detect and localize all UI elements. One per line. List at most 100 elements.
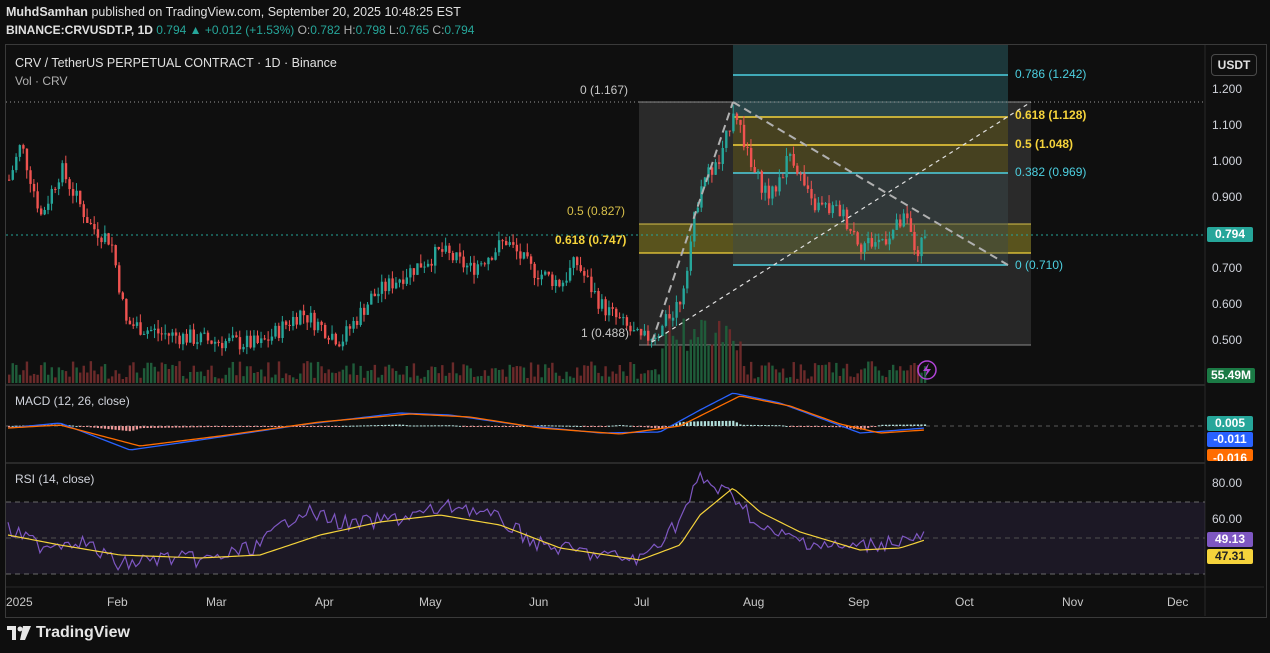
- macd-hist-bar: [632, 426, 635, 427]
- candle-body: [505, 241, 508, 246]
- volume-bar: [881, 375, 884, 383]
- candle-body: [515, 244, 519, 252]
- volume-bar: [565, 371, 568, 383]
- candle-body: [519, 251, 522, 259]
- candle-body: [490, 257, 494, 260]
- macd-hist-bar: [270, 426, 273, 427]
- macd-hist-bar: [891, 424, 895, 426]
- candle-body: [192, 329, 195, 344]
- fib-retracement-box-lower[interactable]: [639, 253, 1031, 345]
- volume-bar: [508, 364, 511, 383]
- lightning-icon[interactable]: [917, 360, 937, 380]
- candle-body: [394, 282, 398, 289]
- volume-bar: [728, 329, 732, 383]
- volume-bar: [622, 371, 625, 383]
- volume-legend[interactable]: Vol · CRV: [15, 74, 67, 88]
- rsi-tag: 49.13: [1207, 532, 1253, 547]
- volume-bar: [57, 367, 61, 383]
- volume-bar: [274, 374, 277, 383]
- volume-bar: [89, 361, 93, 383]
- volume-bar: [423, 376, 426, 383]
- candle-body: [398, 279, 401, 283]
- volume-bar: [512, 367, 515, 383]
- macd-hist-bar: [607, 425, 611, 427]
- macd-hist-bar: [430, 425, 433, 427]
- volume-bar: [536, 364, 540, 383]
- candle-body: [79, 190, 82, 205]
- volume-bar: [576, 367, 579, 383]
- candle-body: [817, 202, 820, 211]
- volume-bar: [189, 371, 192, 383]
- macd-legend[interactable]: MACD (12, 26, close): [15, 394, 130, 408]
- macd-hist-bar: [774, 425, 777, 427]
- candle-body: [838, 204, 842, 217]
- candle-body: [270, 336, 274, 341]
- volume-bar: [29, 375, 32, 383]
- macd-hist-bar: [416, 425, 419, 427]
- volume-bar: [604, 366, 607, 383]
- candle-body: [785, 155, 788, 178]
- currency-button[interactable]: USDT: [1211, 54, 1257, 76]
- volume-bar: [817, 365, 820, 383]
- chart-title[interactable]: CRV / TetherUS PERPETUAL CONTRACT · 1D ·…: [15, 56, 337, 70]
- macd-hist-bar: [338, 426, 341, 427]
- fib-label-0.5: 0.5 (0.827): [567, 204, 626, 218]
- macd-hist-bar: [8, 426, 11, 427]
- macd-hist-bar: [309, 426, 312, 427]
- volume-bar: [110, 376, 114, 383]
- macd-hist-bar: [643, 426, 646, 428]
- macd-hist-bar: [100, 426, 103, 429]
- volume-bar: [370, 370, 373, 383]
- candle-body: [874, 242, 877, 247]
- candle-body: [714, 162, 717, 175]
- candle-body: [749, 147, 753, 168]
- fib-extension-box-lower[interactable]: [733, 173, 1008, 265]
- candle-body: [902, 213, 905, 227]
- macd-hist-bar: [884, 424, 888, 426]
- candle-body: [465, 265, 469, 268]
- macd-hist-bar: [377, 425, 380, 427]
- volume-bar: [228, 367, 231, 383]
- macd-hist-bar: [576, 425, 579, 427]
- fib-extension-box-top[interactable]: [733, 45, 1008, 117]
- macd-hist-bar: [739, 424, 742, 426]
- macd-hist-bar: [494, 426, 497, 427]
- candle-body: [327, 337, 330, 340]
- tradingview-logo[interactable]: TradingView: [7, 624, 130, 642]
- candle-body: [863, 243, 866, 252]
- volume-bar: [384, 366, 387, 383]
- chart-canvas[interactable]: [0, 0, 1270, 653]
- candle-body: [242, 347, 245, 350]
- candle-body: [512, 242, 515, 245]
- candle-body: [416, 263, 419, 275]
- candle-body: [774, 186, 778, 192]
- fib-ext-label-0.5: 0.5 (1.048): [1015, 137, 1074, 151]
- volume-bar: [196, 371, 199, 383]
- volume-bar: [661, 348, 664, 383]
- macd-hist-bar: [707, 421, 710, 426]
- volume-bar: [618, 364, 621, 383]
- volume-bar: [629, 362, 632, 383]
- rsi-legend[interactable]: RSI (14, close): [15, 472, 94, 486]
- candle-body: [767, 185, 771, 199]
- candle-body: [252, 335, 256, 348]
- candle-body: [810, 188, 813, 199]
- volume-bar: [572, 377, 575, 383]
- candle-body: [796, 165, 799, 174]
- macd-hist-bar: [213, 426, 217, 427]
- time-tick: Oct: [955, 595, 974, 609]
- macd-hist-bar: [157, 426, 160, 428]
- candle-body: [54, 188, 57, 190]
- macd-hist-bar: [277, 426, 280, 427]
- candle-body: [132, 324, 135, 326]
- candle-body: [277, 325, 281, 338]
- macd-hist-bar: [579, 425, 582, 427]
- candle-body: [334, 333, 337, 345]
- macd-hist-bar: [753, 424, 756, 426]
- macd-hist-bar: [572, 425, 575, 427]
- candle-body: [306, 315, 309, 323]
- macd-hist-bar: [835, 426, 838, 428]
- candle-body: [281, 321, 284, 338]
- volume-bar: [338, 371, 341, 383]
- candle-body: [813, 198, 817, 211]
